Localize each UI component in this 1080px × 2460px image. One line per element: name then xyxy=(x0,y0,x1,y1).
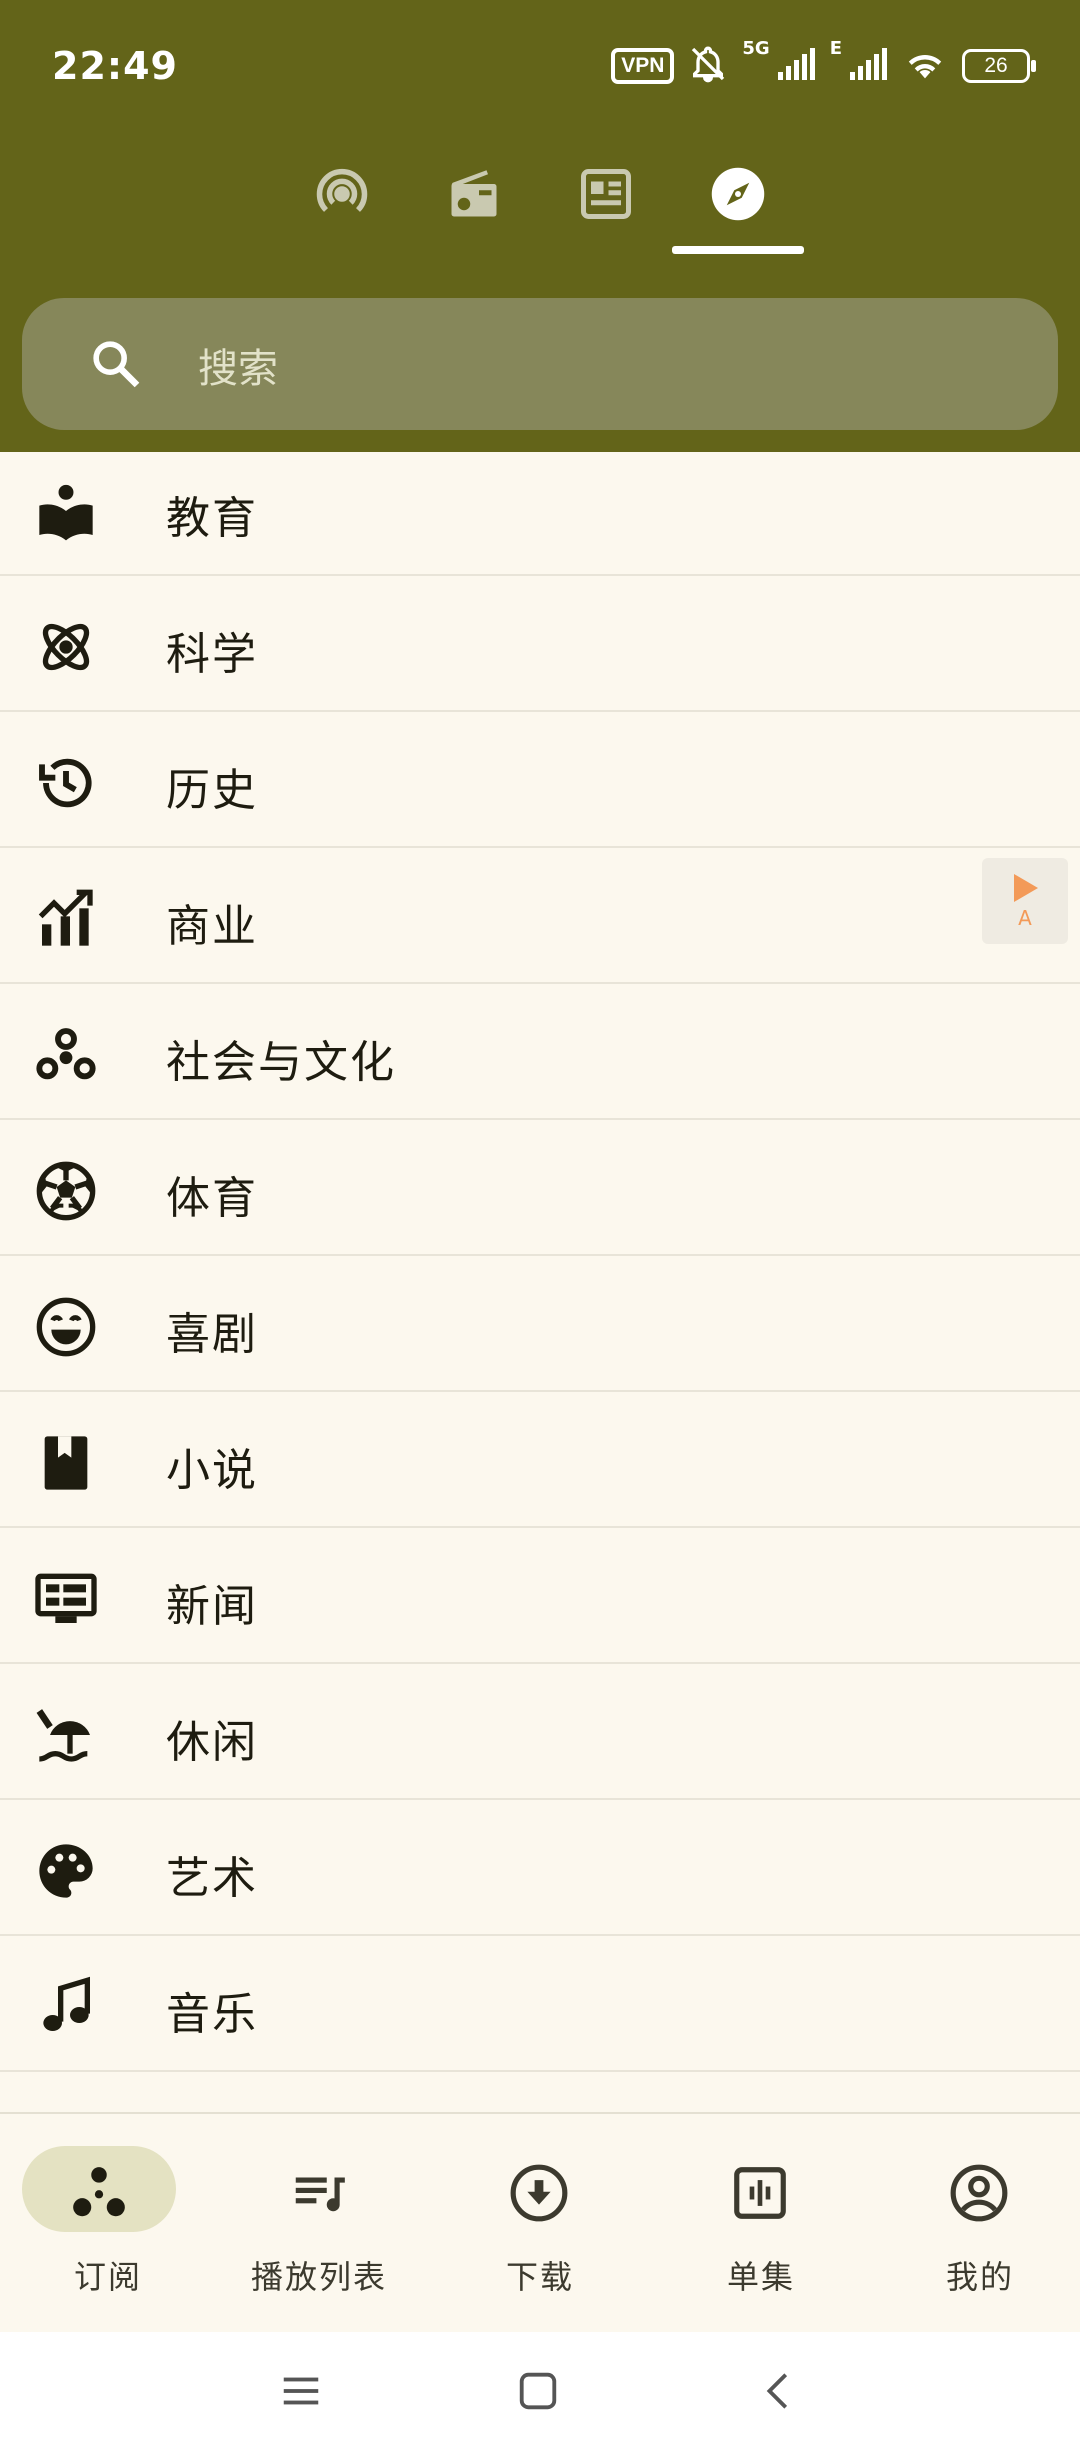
battery-indicator: 26 xyxy=(962,49,1036,83)
menu-icon[interactable] xyxy=(278,2368,324,2418)
list-item-label: 艺术 xyxy=(166,1853,258,1904)
list-item-education[interactable]: 教育 xyxy=(0,440,1080,576)
list-item-label: 体育 xyxy=(166,1173,258,1224)
soccer-ball-icon xyxy=(34,1159,98,1223)
nav-episodes[interactable]: 单集 xyxy=(653,2114,869,2334)
list-item-label: 新闻 xyxy=(166,1581,258,1632)
app-root: 22:49 VPN 5G E 26 搜索 教育 科学 历史 商业 社会与文化 体… xyxy=(0,0,1080,2460)
nav-subscriptions[interactable]: 订阅 xyxy=(0,2114,216,2334)
wifi-icon xyxy=(902,46,948,86)
tab-rss[interactable] xyxy=(540,152,672,260)
list-item-label: 科学 xyxy=(166,629,258,680)
radio-icon xyxy=(444,152,504,228)
floating-widget-letter: A xyxy=(1018,906,1032,930)
science-atom-icon xyxy=(34,615,98,679)
list-item-society[interactable]: 社会与文化 xyxy=(0,984,1080,1120)
bookmark-book-icon xyxy=(34,1431,98,1495)
subscriptions-icon xyxy=(68,2162,130,2228)
music-note-icon xyxy=(34,1975,98,2039)
list-item-music[interactable]: 音乐 xyxy=(0,1936,1080,2072)
top-tab-bar xyxy=(0,140,1080,260)
list-item-label: 社会与文化 xyxy=(166,1037,396,1088)
account-icon xyxy=(948,2162,1010,2228)
news-article-icon xyxy=(576,152,636,228)
signal-5g-label: 5G xyxy=(742,38,770,59)
play-icon xyxy=(1012,872,1040,908)
bell-muted-icon xyxy=(688,44,728,88)
list-item-news[interactable]: 新闻 xyxy=(0,1528,1080,1664)
back-icon[interactable] xyxy=(756,2368,802,2418)
nav-profile[interactable]: 我的 xyxy=(872,2114,1080,2334)
vpn-badge: VPN xyxy=(611,48,675,84)
compass-icon xyxy=(708,152,768,228)
app-header: 22:49 VPN 5G E 26 搜索 xyxy=(0,0,1080,452)
list-item-arts[interactable]: 艺术 xyxy=(0,1800,1080,1936)
list-item-history[interactable]: 历史 xyxy=(0,712,1080,848)
search-placeholder: 搜索 xyxy=(198,346,278,392)
episodes-icon xyxy=(729,2162,791,2228)
newspaper-icon xyxy=(34,1567,98,1631)
tab-podcasts[interactable] xyxy=(276,152,408,260)
floating-play-widget[interactable]: A xyxy=(982,858,1068,944)
list-item-science[interactable]: 科学 xyxy=(0,576,1080,712)
list-item-business[interactable]: 商业 xyxy=(0,848,1080,984)
list-item-leisure[interactable]: 休闲 xyxy=(0,1664,1080,1800)
list-item-comedy[interactable]: 喜剧 xyxy=(0,1256,1080,1392)
status-time: 22:49 xyxy=(52,44,178,88)
beach-umbrella-icon xyxy=(34,1703,98,1767)
playlist-icon xyxy=(288,2162,350,2228)
signal-bars-icon xyxy=(776,48,816,84)
nav-label: 单集 xyxy=(726,2258,795,2296)
society-bubbles-icon xyxy=(34,1023,98,1087)
tab-radio[interactable] xyxy=(408,152,540,260)
business-chart-icon xyxy=(34,887,98,951)
nav-label: 播放列表 xyxy=(250,2258,387,2296)
podcast-icon xyxy=(312,152,372,228)
home-icon[interactable] xyxy=(515,2368,561,2418)
system-navigation-bar xyxy=(0,2332,1080,2460)
list-item-label: 商业 xyxy=(166,901,258,952)
status-bar: 22:49 VPN 5G E 26 xyxy=(0,0,1080,140)
status-icons: VPN 5G E 26 xyxy=(611,38,1036,88)
list-item-label: 休闲 xyxy=(166,1717,258,1768)
nav-label: 下载 xyxy=(505,2258,574,2296)
list-item-label: 历史 xyxy=(166,765,258,816)
download-icon xyxy=(508,2162,570,2228)
search-icon xyxy=(88,336,144,396)
category-list: 健康 教育 科学 历史 商业 xyxy=(0,349,1080,2072)
list-item-sports[interactable]: 体育 xyxy=(0,1120,1080,1256)
list-item-fiction[interactable]: 小说 xyxy=(0,1392,1080,1528)
signal-e-label: E xyxy=(829,38,842,59)
nav-label: 我的 xyxy=(945,2258,1014,2296)
list-item-label: 教育 xyxy=(166,493,258,544)
education-icon xyxy=(34,479,98,543)
signal-bars-2-icon xyxy=(848,48,888,84)
palette-icon xyxy=(34,1839,98,1903)
nav-downloads[interactable]: 下载 xyxy=(432,2114,648,2334)
list-item-label: 喜剧 xyxy=(166,1309,258,1360)
history-icon xyxy=(34,751,98,815)
nav-playlist[interactable]: 播放列表 xyxy=(211,2114,427,2334)
search-input[interactable]: 搜索 xyxy=(22,298,1058,430)
tab-indicator xyxy=(672,246,804,254)
smile-icon xyxy=(34,1295,98,1359)
nav-label: 订阅 xyxy=(73,2258,142,2296)
list-item-label: 音乐 xyxy=(166,1989,258,2040)
list-item-label: 小说 xyxy=(166,1445,258,1496)
bottom-navigation: 订阅 播放列表 下载 单集 我的 xyxy=(0,2112,1080,2334)
tab-discover[interactable] xyxy=(672,152,804,260)
